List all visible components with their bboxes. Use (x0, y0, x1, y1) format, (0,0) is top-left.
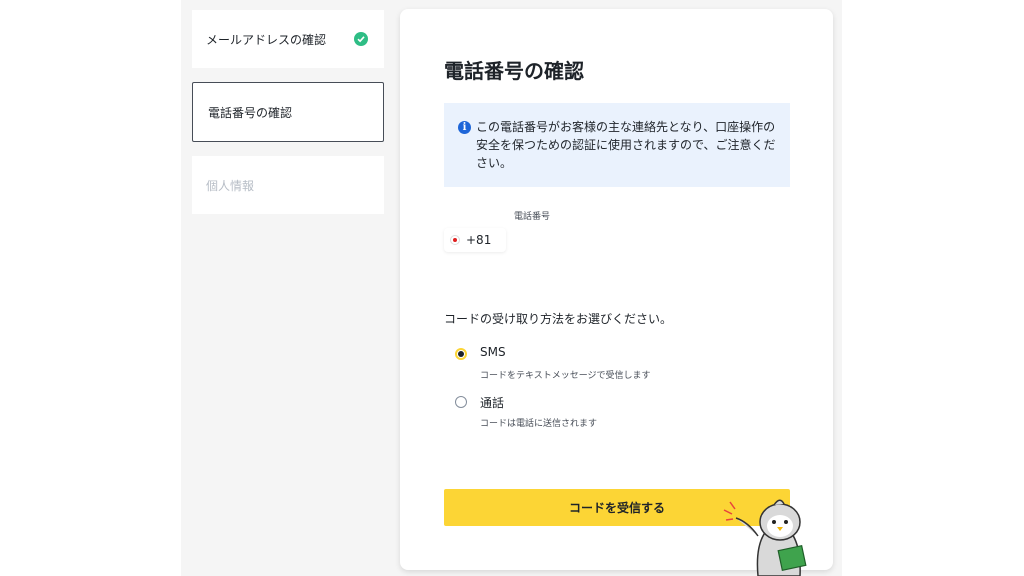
step-email-verification[interactable]: メールアドレスの確認 (192, 10, 384, 68)
step-label: 電話番号の確認 (208, 105, 293, 120)
phone-field-label: 電話番号 (514, 212, 551, 222)
info-circle-icon: i (458, 121, 471, 134)
option-sms-desc: コードをテキストメッセージで受信します (480, 371, 651, 381)
country-code-select[interactable]: +81 (444, 228, 506, 252)
method-question: コードの受け取り方法をお選びください。 (444, 312, 673, 326)
japan-flag-icon (450, 235, 460, 245)
step-label: 個人情報 (206, 178, 255, 193)
option-call-title[interactable]: 通話 (480, 394, 504, 411)
penguin-mascot-icon (723, 499, 807, 576)
info-text: この電話番号がお客様の主な連絡先となり、口座操作の安全を保つための認証に使用され… (476, 120, 776, 170)
country-code: +81 (466, 233, 492, 247)
step-label: メールアドレスの確認 (206, 32, 327, 47)
option-call-desc: コードは電話に送信されます (480, 419, 598, 429)
step-personal-info: 個人情報 (192, 156, 384, 214)
step-phone-verification[interactable]: 電話番号の確認 (192, 82, 384, 142)
radio-call[interactable] (455, 396, 467, 408)
check-circle-icon (354, 32, 368, 46)
info-notice: i この電話番号がお客様の主な連絡先となり、口座操作の安全を保つための認証に使用… (444, 103, 790, 187)
radio-sms[interactable] (455, 348, 467, 360)
verification-card (400, 9, 833, 570)
option-sms-title[interactable]: SMS (480, 345, 506, 359)
page-title: 電話番号の確認 (444, 59, 584, 83)
